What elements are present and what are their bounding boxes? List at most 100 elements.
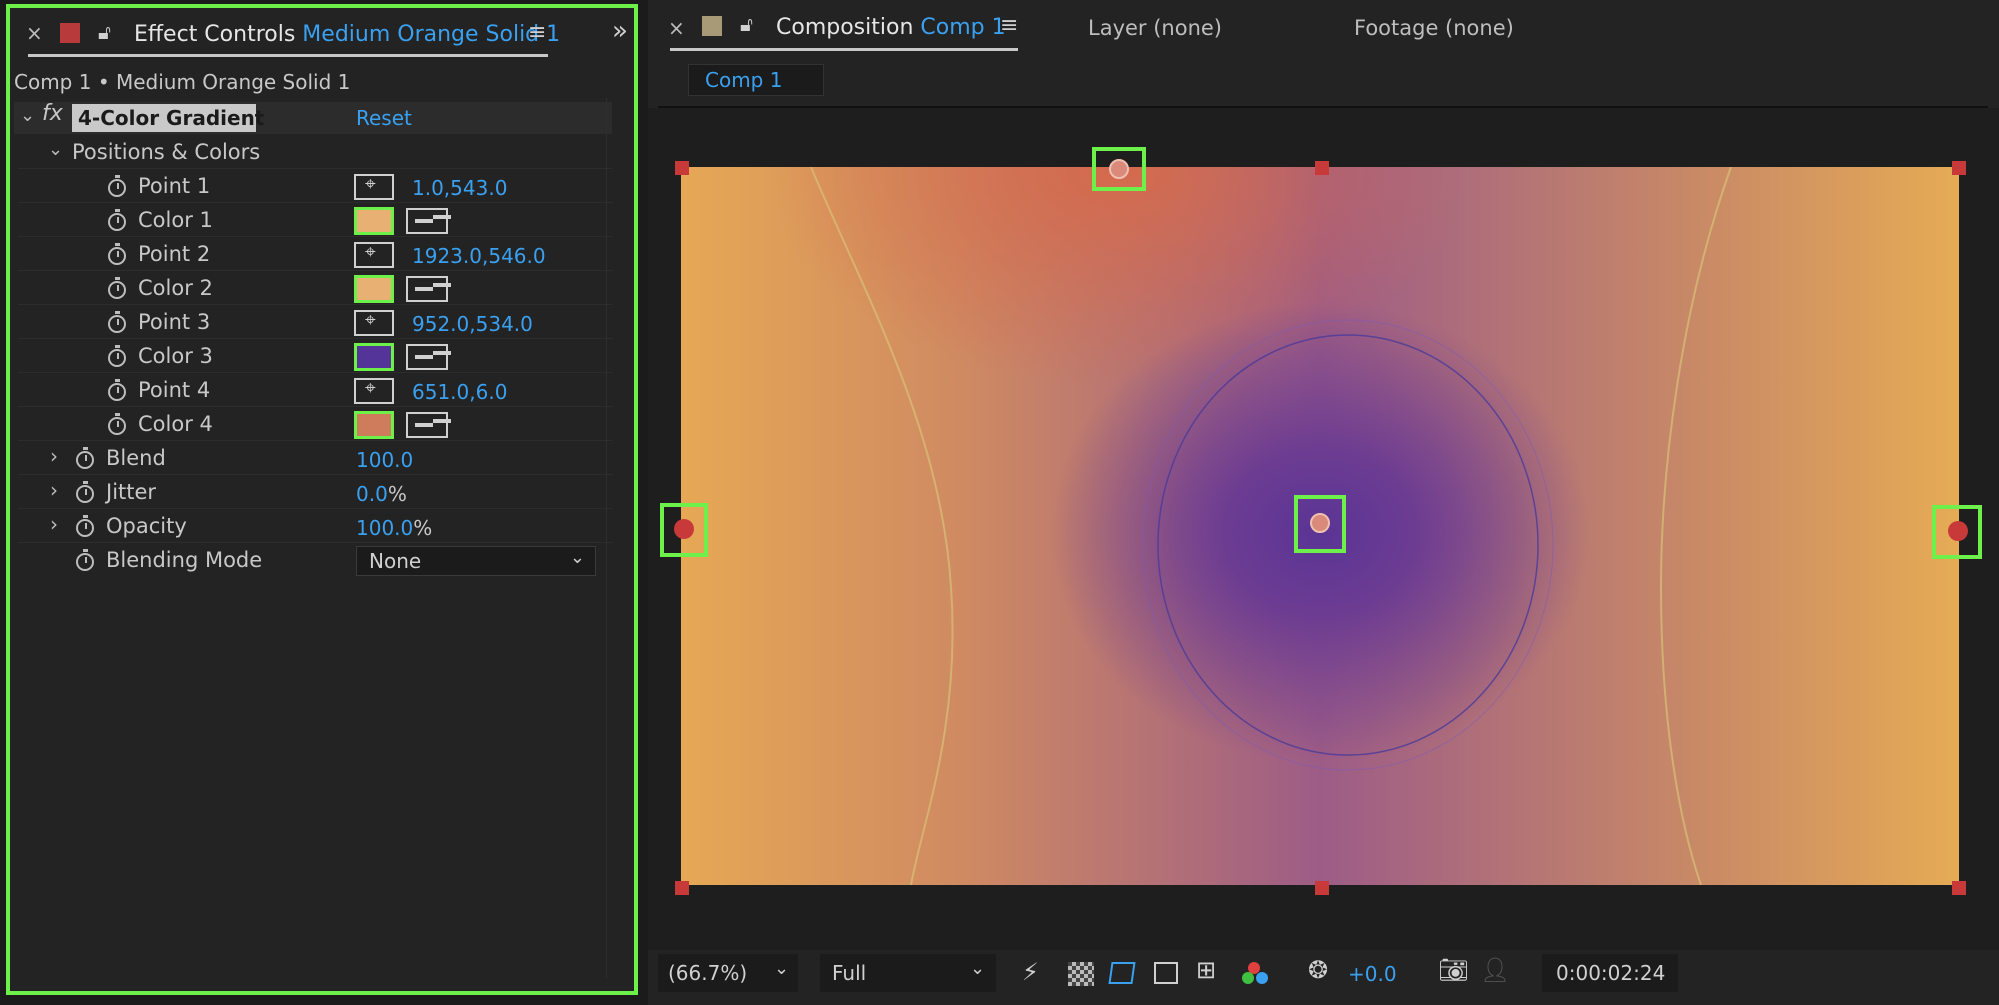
close-tab-button[interactable]: × bbox=[668, 16, 685, 40]
chevron-down-icon[interactable]: ⌄ bbox=[48, 139, 63, 160]
row-divider bbox=[18, 372, 613, 373]
fast-preview-icon[interactable]: ⚡︎ bbox=[1022, 958, 1039, 986]
point-2-control[interactable] bbox=[1932, 505, 1982, 559]
blend-value[interactable]: 100.0 bbox=[356, 448, 413, 472]
point-1-control[interactable] bbox=[660, 503, 708, 557]
blending-mode-select[interactable]: None ⌄ bbox=[356, 546, 596, 576]
current-time-display[interactable]: 0:00:02:24 bbox=[1542, 954, 1678, 992]
tab-layer-name: Medium Orange Solid 1 bbox=[302, 22, 561, 47]
point-3-value[interactable]: 952.0,534.0 bbox=[412, 312, 533, 336]
point-4-label: Point 4 bbox=[138, 378, 211, 402]
comp-subtab[interactable]: Comp 1 bbox=[688, 64, 824, 96]
close-tab-button[interactable]: × bbox=[26, 21, 43, 45]
point-crosshair-button[interactable] bbox=[354, 241, 394, 268]
stopwatch-icon[interactable] bbox=[76, 481, 94, 503]
snapshot-camera-icon[interactable]: 📷︎ bbox=[1438, 956, 1468, 984]
stopwatch-icon[interactable] bbox=[108, 379, 126, 401]
active-tab-underline bbox=[670, 48, 1018, 51]
color-2-swatch[interactable] bbox=[354, 275, 394, 303]
opacity-label: Opacity bbox=[106, 514, 187, 538]
comp-color-label bbox=[702, 16, 722, 36]
fx-toggle-icon[interactable]: fx bbox=[42, 101, 63, 126]
layer-tab[interactable]: Layer (none) bbox=[1088, 16, 1222, 40]
layer-handle[interactable] bbox=[1952, 881, 1966, 895]
chevron-right-icon[interactable]: › bbox=[50, 444, 58, 468]
reset-link[interactable]: Reset bbox=[356, 106, 412, 130]
expand-panels-icon[interactable]: » bbox=[612, 16, 628, 46]
eyedropper-icon[interactable] bbox=[406, 344, 448, 370]
point-2-value[interactable]: 1923.0,546.0 bbox=[412, 244, 546, 268]
eyedropper-icon[interactable] bbox=[406, 412, 448, 438]
point-3-label: Point 3 bbox=[138, 310, 211, 334]
mask-visibility-icon[interactable] bbox=[1108, 962, 1136, 984]
stopwatch-icon[interactable] bbox=[76, 549, 94, 571]
eyedropper-icon[interactable] bbox=[406, 276, 448, 302]
stopwatch-icon[interactable] bbox=[108, 277, 126, 299]
eyedropper-icon[interactable] bbox=[406, 208, 448, 234]
effect-name[interactable]: 4-Color Gradient bbox=[72, 104, 264, 132]
grid-guides-icon[interactable]: ⊞ bbox=[1196, 956, 1216, 984]
zoom-value: (66.7%) bbox=[668, 961, 748, 985]
footage-tab[interactable]: Footage (none) bbox=[1354, 16, 1514, 40]
chevron-down-icon: ⌄ bbox=[569, 547, 585, 568]
scrollbar-track[interactable] bbox=[606, 98, 607, 978]
composition-tab[interactable]: Composition Comp 1 bbox=[776, 15, 1006, 40]
chevron-right-icon[interactable]: › bbox=[50, 512, 58, 536]
point-4-value[interactable]: 651.0,6.0 bbox=[412, 380, 507, 404]
transparency-grid-icon[interactable] bbox=[1068, 962, 1094, 986]
effect-controls-tab[interactable]: Effect Controls Medium Orange Solid 1 bbox=[134, 22, 560, 47]
opacity-value[interactable]: 100.0 bbox=[356, 516, 413, 540]
lock-icon[interactable]: 🔓︎ bbox=[740, 12, 753, 36]
point-2-label: Point 2 bbox=[138, 242, 211, 266]
point-marker-icon bbox=[1948, 521, 1968, 541]
color-1-label: Color 1 bbox=[138, 208, 213, 232]
point-marker-icon bbox=[674, 519, 694, 539]
region-of-interest-icon[interactable] bbox=[1154, 962, 1178, 984]
positions-colors-group[interactable]: Positions & Colors bbox=[72, 140, 260, 164]
point-crosshair-button[interactable] bbox=[354, 309, 394, 336]
resolution-select[interactable]: Full ⌄ bbox=[820, 954, 996, 992]
panel-menu-icon[interactable]: ≡ bbox=[1000, 13, 1018, 38]
jitter-value[interactable]: 0.0 bbox=[356, 482, 388, 506]
composition-panel: × 🔓︎ Composition Comp 1 ≡ Layer (none) F… bbox=[648, 0, 1999, 1005]
stopwatch-icon[interactable] bbox=[108, 175, 126, 197]
chevron-down-icon[interactable]: ⌄ bbox=[20, 105, 35, 126]
jitter-value-group[interactable]: 0.0% bbox=[356, 482, 407, 506]
point-1-label: Point 1 bbox=[138, 174, 211, 198]
point-crosshair-button[interactable] bbox=[354, 173, 394, 200]
opacity-value-group[interactable]: 100.0% bbox=[356, 516, 432, 540]
exposure-value[interactable]: +0.0 bbox=[1348, 962, 1397, 986]
layer-handle[interactable] bbox=[675, 161, 689, 175]
stopwatch-icon[interactable] bbox=[76, 515, 94, 537]
point-1-value[interactable]: 1.0,543.0 bbox=[412, 176, 507, 200]
row-divider bbox=[18, 406, 613, 407]
stopwatch-icon[interactable] bbox=[108, 243, 126, 265]
breadcrumb: Comp 1 • Medium Orange Solid 1 bbox=[14, 70, 351, 94]
color-1-swatch[interactable] bbox=[354, 207, 394, 235]
lock-icon[interactable]: 🔓︎ bbox=[98, 20, 111, 44]
point-marker-icon bbox=[1310, 513, 1330, 533]
point-crosshair-button[interactable] bbox=[354, 377, 394, 404]
panel-menu-icon[interactable]: ≡ bbox=[528, 20, 546, 45]
layer-handle[interactable] bbox=[1315, 161, 1329, 175]
color-4-swatch[interactable] bbox=[354, 411, 394, 439]
exposure-reset-icon[interactable]: ❂ bbox=[1308, 956, 1328, 984]
point-4-control[interactable] bbox=[1092, 147, 1146, 191]
resolution-value: Full bbox=[832, 961, 867, 985]
color-3-swatch[interactable] bbox=[354, 343, 394, 371]
layer-handle[interactable] bbox=[675, 881, 689, 895]
stopwatch-icon[interactable] bbox=[108, 413, 126, 435]
stopwatch-icon[interactable] bbox=[76, 447, 94, 469]
layer-handle[interactable] bbox=[1315, 881, 1329, 895]
stopwatch-icon[interactable] bbox=[108, 311, 126, 333]
stopwatch-icon[interactable] bbox=[108, 209, 126, 231]
chevron-right-icon[interactable]: › bbox=[50, 478, 58, 502]
stopwatch-icon[interactable] bbox=[108, 345, 126, 367]
point-3-control[interactable] bbox=[1294, 495, 1346, 553]
comp-subtab-label: Comp 1 bbox=[705, 68, 783, 92]
row-divider bbox=[18, 270, 613, 271]
tab-comp-name: Comp 1 bbox=[920, 15, 1006, 40]
zoom-select[interactable]: (66.7%) ⌄ bbox=[658, 954, 798, 992]
show-snapshot-icon[interactable]: 👤︎ bbox=[1480, 956, 1510, 984]
layer-handle[interactable] bbox=[1952, 161, 1966, 175]
